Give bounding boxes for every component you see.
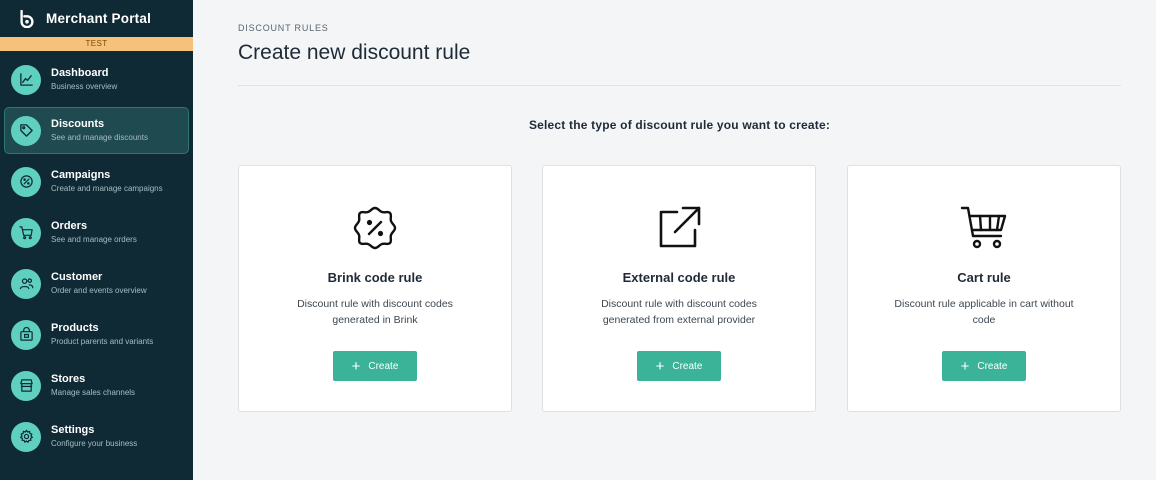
percent-badge-icon: [353, 206, 397, 250]
button-label: Create: [368, 360, 399, 372]
bag-icon: [11, 319, 41, 350]
sidebar-item-label: Customer: [51, 271, 103, 283]
create-cart-rule-button[interactable]: + Create: [942, 351, 1026, 381]
sidebar-item-orders[interactable]: Orders See and manage orders: [4, 209, 189, 256]
brand-logo-icon: [20, 9, 34, 28]
card-title: External code rule: [622, 270, 736, 285]
button-label: Create: [977, 360, 1008, 372]
card-title: Brink code rule: [327, 270, 423, 285]
card-description: Discount rule with discount codes genera…: [297, 298, 453, 326]
cart-icon: [960, 206, 1007, 249]
sidebar-item-label: Orders: [51, 220, 88, 232]
plus-icon: +: [351, 357, 361, 375]
create-external-code-rule-button[interactable]: + Create: [637, 351, 721, 381]
sidebar-item-label: Products: [51, 322, 99, 334]
sidebar-nav: Dashboard Business overview Discounts Se…: [0, 51, 193, 460]
divider: [238, 85, 1121, 86]
card-description: Discount rule applicable in cart without…: [894, 298, 1074, 326]
selection-prompt: Select the type of discount rule you wan…: [528, 118, 831, 132]
sidebar-item-discounts[interactable]: Discounts See and manage discounts: [4, 107, 189, 154]
sidebar-item-sublabel: Product parents and variants: [51, 337, 154, 346]
card-external-code-rule: External code rule Discount rule with di…: [542, 165, 816, 412]
sidebar-item-label: Dashboard: [51, 67, 109, 79]
tag-icon: [11, 115, 41, 146]
card-brink-code-rule: Brink code rule Discount rule with disco…: [238, 165, 512, 412]
users-icon: [11, 268, 41, 299]
plus-icon: +: [655, 357, 665, 375]
sidebar-item-stores[interactable]: Stores Manage sales channels: [4, 362, 189, 409]
sidebar-item-sublabel: See and manage orders: [51, 235, 137, 244]
page-title: Create new discount rule: [238, 41, 471, 64]
cart-icon: [11, 217, 41, 248]
breadcrumb[interactable]: DISCOUNT RULES: [238, 23, 329, 33]
sidebar-item-label: Settings: [51, 424, 95, 436]
gear-icon: [11, 421, 41, 452]
button-label: Create: [672, 360, 703, 372]
sidebar: Merchant Portal TEST Dashboard Business …: [0, 0, 193, 480]
sidebar-item-sublabel: See and manage discounts: [51, 133, 148, 142]
sidebar-item-label: Discounts: [51, 118, 105, 130]
sidebar-item-sublabel: Order and events overview: [51, 286, 147, 295]
card-description: Discount rule with discount codes genera…: [601, 298, 757, 326]
create-brink-code-rule-button[interactable]: + Create: [333, 351, 417, 381]
sidebar-item-sublabel: Manage sales channels: [51, 388, 136, 397]
chart-line-icon: [11, 64, 41, 95]
external-link-icon: [659, 206, 701, 248]
app-title: Merchant Portal: [46, 11, 152, 26]
plus-icon: +: [960, 357, 970, 375]
sidebar-item-sublabel: Business overview: [51, 82, 118, 91]
environment-badge: TEST: [0, 37, 193, 51]
sidebar-item-customer[interactable]: Customer Order and events overview: [4, 260, 189, 307]
brand[interactable]: Merchant Portal: [0, 0, 193, 37]
card-title: Cart rule: [957, 270, 1011, 285]
sidebar-item-sublabel: Create and manage campaigns: [51, 184, 163, 193]
percent-badge-icon: [11, 166, 41, 197]
card-cart-rule: Cart rule Discount rule applicable in ca…: [847, 165, 1121, 412]
sidebar-item-campaigns[interactable]: Campaigns Create and manage campaigns: [4, 158, 189, 205]
sidebar-item-sublabel: Configure your business: [51, 439, 138, 448]
sidebar-item-label: Campaigns: [51, 169, 111, 181]
sidebar-item-dashboard[interactable]: Dashboard Business overview: [4, 56, 189, 103]
sidebar-item-products[interactable]: Products Product parents and variants: [4, 311, 189, 358]
sidebar-item-label: Stores: [51, 373, 86, 385]
sidebar-item-settings[interactable]: Settings Configure your business: [4, 413, 189, 460]
store-icon: [11, 370, 41, 401]
